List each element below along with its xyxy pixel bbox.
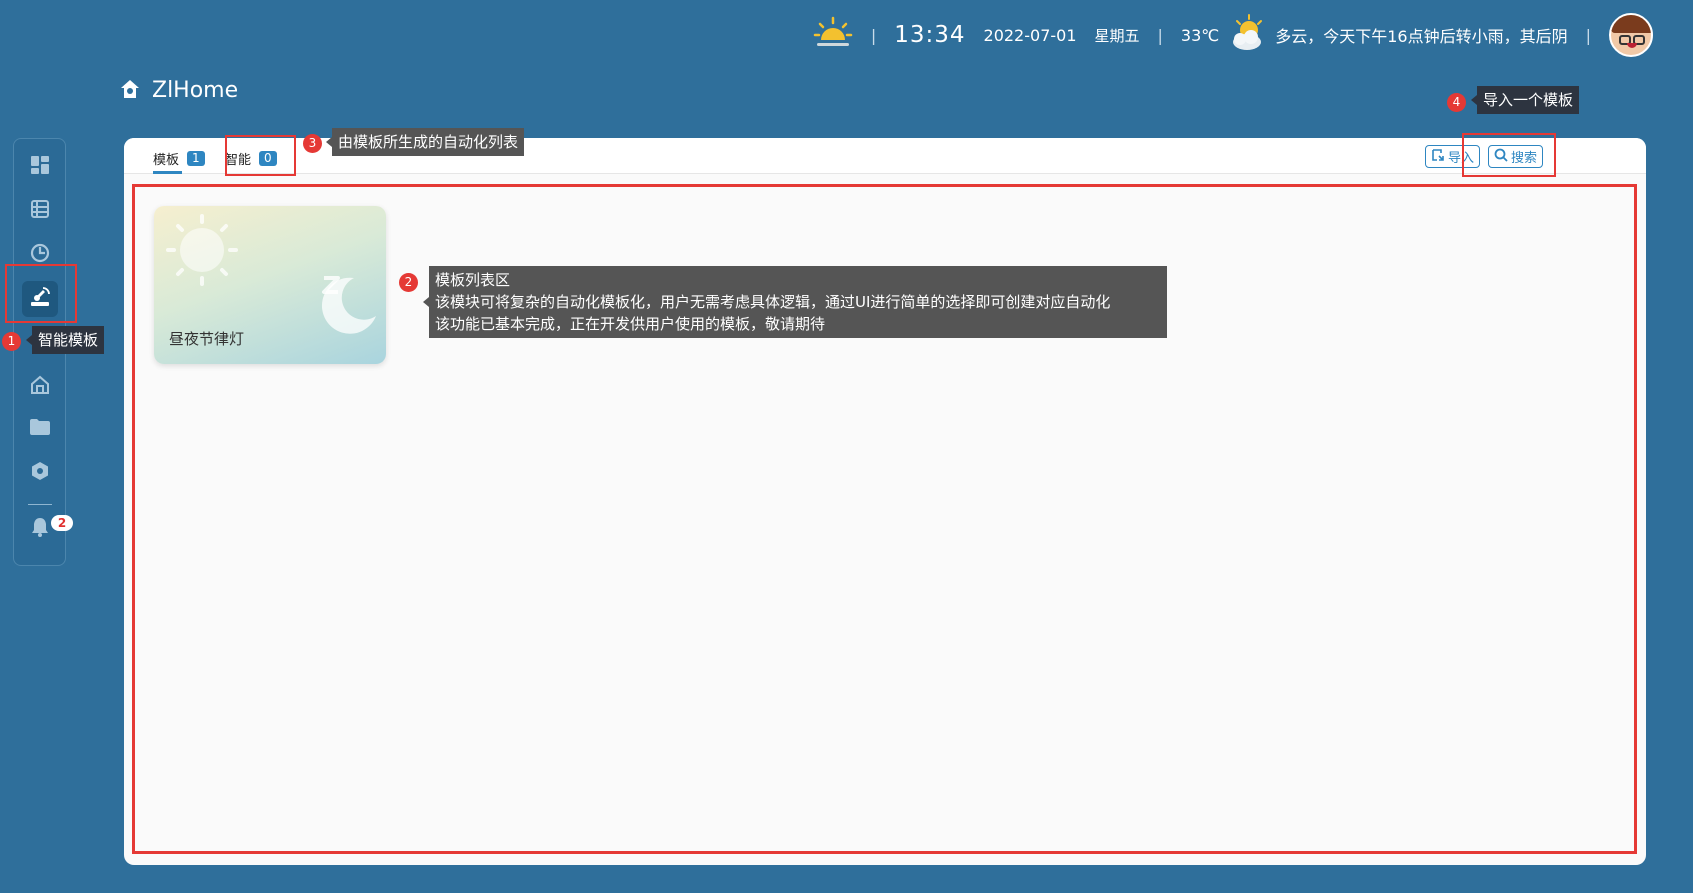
sidebar-item-smart-templates[interactable] — [22, 281, 58, 317]
annotation-tooltip-4: 导入一个模板 — [1470, 86, 1580, 114]
current-date: 2022-07-01 — [983, 25, 1077, 45]
sun-icon — [164, 212, 240, 292]
import-button[interactable]: 导入 — [1425, 145, 1481, 168]
tab-label: 智能 — [225, 153, 252, 168]
weekday: 星期五 — [1094, 26, 1140, 45]
weather-forecast: 多云，今天下午16点钟后转小雨，其后阴 — [1275, 27, 1568, 46]
folder-icon — [30, 418, 50, 440]
search-icon — [1494, 148, 1508, 166]
tab-smart[interactable]: 智能 0 — [225, 149, 277, 168]
search-label: 搜索 — [1511, 151, 1538, 166]
sidebar-item-history[interactable] — [22, 237, 58, 273]
annotation-number-4: 4 — [1447, 93, 1466, 112]
sidebar-item-dashboard[interactable] — [22, 149, 58, 185]
tooltip-line: 该功能已基本完成，正在开发供用户使用的模板，敬请期待 — [435, 315, 826, 333]
sidebar-item-home[interactable] — [22, 369, 58, 405]
brand-header: ZlHome — [120, 78, 238, 103]
notification-badge: 2 — [51, 515, 73, 531]
tab-count: 0 — [259, 151, 277, 166]
settings-hex-icon — [30, 461, 50, 485]
annotation-number-3: 3 — [303, 134, 322, 153]
sunrise-icon — [813, 16, 853, 54]
import-icon — [1431, 148, 1445, 166]
separator: | — [1585, 25, 1591, 45]
sidebar-item-files[interactable] — [22, 411, 58, 447]
history-icon — [30, 243, 50, 267]
template-card[interactable]: 昼夜节律灯 — [154, 206, 386, 364]
sidebar-item-settings[interactable] — [22, 455, 58, 491]
partly-cloudy-icon — [1227, 13, 1267, 57]
search-button[interactable]: 搜索 — [1488, 145, 1544, 168]
annotation-tooltip-3: 由模板所生成的自动化列表 — [325, 128, 525, 156]
separator: | — [1157, 25, 1163, 45]
tooltip-line: 模板列表区 — [435, 271, 511, 289]
tab-count: 1 — [187, 151, 205, 166]
list-icon — [31, 200, 49, 222]
user-avatar[interactable] — [1609, 13, 1653, 57]
tab-templates[interactable]: 模板 1 — [153, 149, 205, 168]
tooltip-line: 该模块可将复杂的自动化模板化，用户无需考虑具体逻辑，通过UI进行简单的选择即可创… — [435, 293, 1111, 311]
annotation-tooltip-2: 模板列表区 该模块可将复杂的自动化模板化，用户无需考虑具体逻辑，通过UI进行简单… — [423, 266, 1167, 338]
template-name: 昼夜节律灯 — [169, 330, 245, 348]
app-title: ZlHome — [152, 78, 239, 103]
dashboard-icon — [31, 156, 49, 178]
moon-icon — [314, 272, 380, 338]
active-tab-indicator — [153, 171, 182, 174]
annotation-number-2: 2 — [399, 273, 418, 292]
tab-label: 模板 — [153, 153, 180, 168]
bell-icon — [31, 517, 49, 541]
annotation-number-1: 1 — [2, 332, 21, 351]
main-card: 模板 1 智能 0 导入 搜索 昼夜节律灯 — [124, 138, 1646, 865]
sidebar-item-list[interactable] — [22, 193, 58, 229]
template-icon — [29, 286, 51, 312]
annotation-tooltip-1: 智能模板 — [25, 326, 105, 354]
separator: | — [870, 25, 877, 45]
import-label: 导入 — [1448, 151, 1475, 166]
temperature: 33℃ — [1180, 25, 1220, 45]
sidebar-divider — [28, 504, 52, 505]
house-icon — [30, 375, 50, 399]
home-icon — [120, 79, 140, 103]
clock-time: 13:34 — [894, 22, 966, 48]
top-bar: | 13:34 2022-07-01 星期五 | 33℃ 多云，今天下午16点钟… — [813, 10, 1653, 60]
